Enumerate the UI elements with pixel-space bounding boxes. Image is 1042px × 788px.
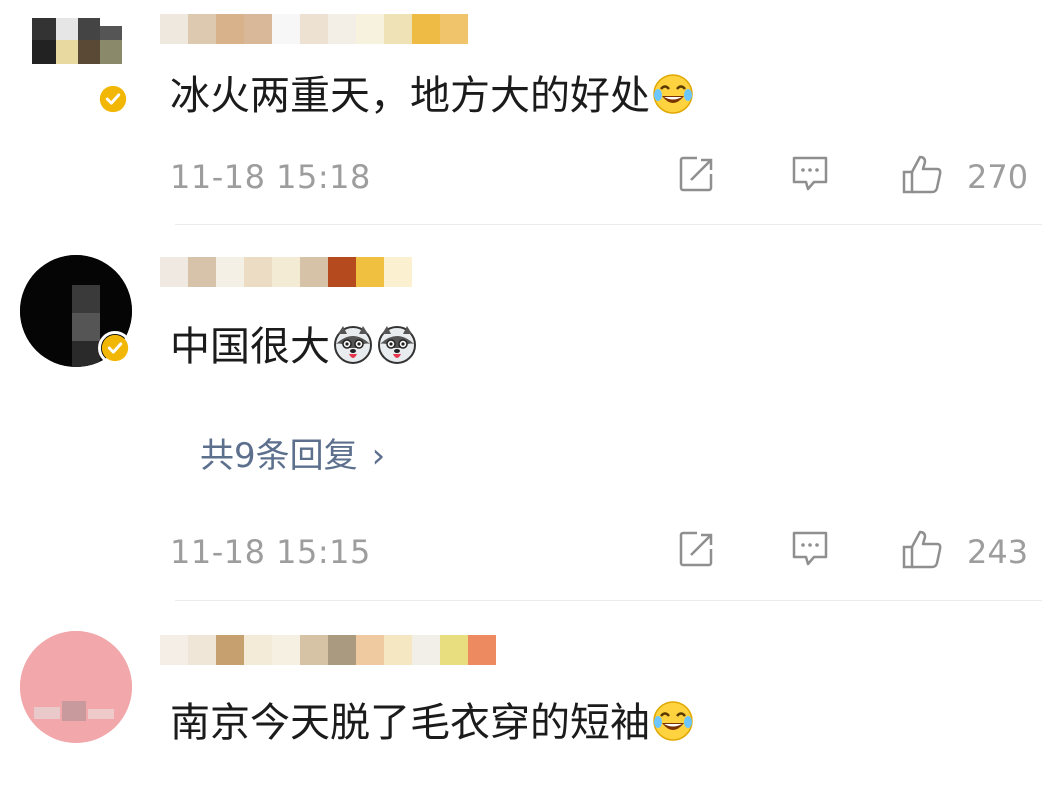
verified-badge-icon [96, 82, 130, 116]
husky-emoji [334, 326, 372, 364]
like-count: 243 [967, 533, 1029, 571]
share-icon[interactable] [675, 527, 719, 571]
username-redacted[interactable] [160, 635, 496, 665]
username-redacted[interactable] [160, 14, 468, 44]
comment-item: 南京今天脱了毛衣穿的短袖 [0, 601, 1042, 788]
comment-icon[interactable] [788, 152, 832, 196]
chevron-right-icon: › [371, 436, 386, 476]
comment-text-content: 中国很大 [170, 324, 330, 370]
laughing-tears-emoji [653, 74, 693, 114]
avatar[interactable] [20, 631, 132, 743]
thumbs-up-icon[interactable] [900, 527, 944, 571]
comment-text: 冰火两重天，地方大的好处 [170, 72, 694, 120]
comment-text: 南京今天脱了毛衣穿的短袖 [170, 699, 694, 747]
username-redacted[interactable] [160, 257, 412, 287]
share-icon[interactable] [675, 152, 719, 196]
comment-icon[interactable] [788, 527, 832, 571]
view-replies-link[interactable]: 共9条回复 › [200, 428, 385, 477]
like-count: 270 [967, 158, 1029, 196]
comment-meta: 11-18 15:18 270 [170, 152, 1030, 200]
husky-emoji [378, 326, 416, 364]
timestamp: 11-18 15:18 [170, 158, 371, 196]
avatar[interactable] [28, 10, 128, 90]
comment-meta: 11-18 15:15 243 [170, 527, 1030, 575]
comment-text-content: 冰火两重天，地方大的好处 [170, 73, 650, 119]
laughing-tears-emoji [653, 701, 693, 741]
thumbs-up-icon[interactable] [900, 152, 944, 196]
comment-text-content: 南京今天脱了毛衣穿的短袖 [170, 700, 650, 746]
comment-item: 冰火两重天，地方大的好处 11-18 15:18 270 [0, 0, 1042, 225]
verified-badge-icon [98, 331, 132, 365]
replies-label: 共9条回复 [200, 436, 358, 476]
timestamp: 11-18 15:15 [170, 533, 371, 571]
comment-text: 中国很大 [170, 323, 418, 371]
